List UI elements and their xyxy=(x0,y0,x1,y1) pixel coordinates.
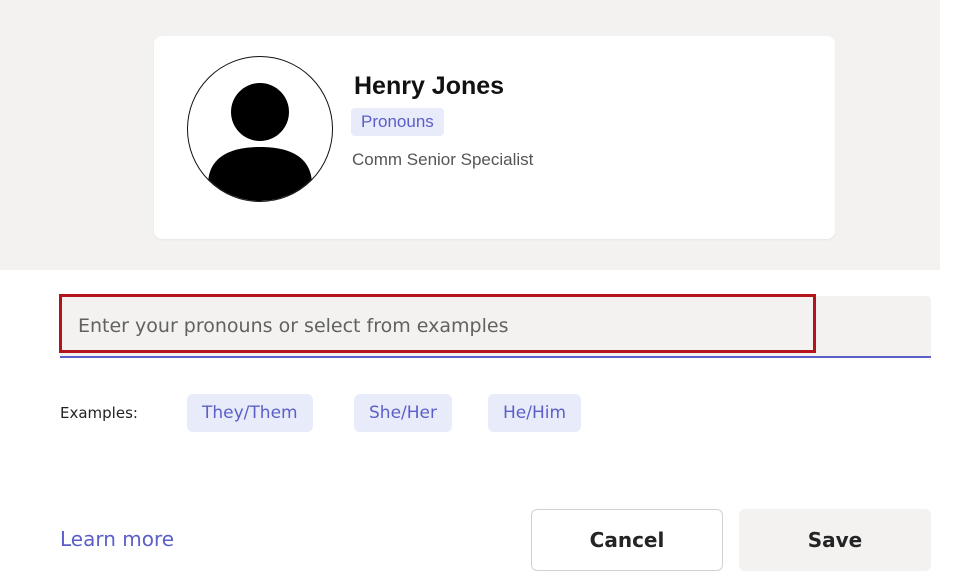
profile-job-title: Comm Senior Specialist xyxy=(352,150,534,169)
save-button[interactable]: Save xyxy=(739,509,931,571)
profile-name: Henry Jones xyxy=(354,72,505,100)
learn-more-link[interactable]: Learn more xyxy=(60,527,174,551)
profile-card: Henry Jones Pronouns Comm Senior Special… xyxy=(154,36,835,239)
cancel-button[interactable]: Cancel xyxy=(531,509,723,571)
pronouns-tag: Pronouns xyxy=(351,108,444,136)
examples-label: Examples: xyxy=(60,404,138,422)
example-chip-he-him[interactable]: He/Him xyxy=(488,394,582,432)
pronoun-input-container xyxy=(60,296,931,358)
pronoun-input[interactable] xyxy=(60,296,931,356)
example-chip-they-them[interactable]: They/Them xyxy=(187,394,313,432)
example-chip-she-her[interactable]: She/Her xyxy=(354,394,452,432)
person-avatar-icon xyxy=(187,56,333,202)
